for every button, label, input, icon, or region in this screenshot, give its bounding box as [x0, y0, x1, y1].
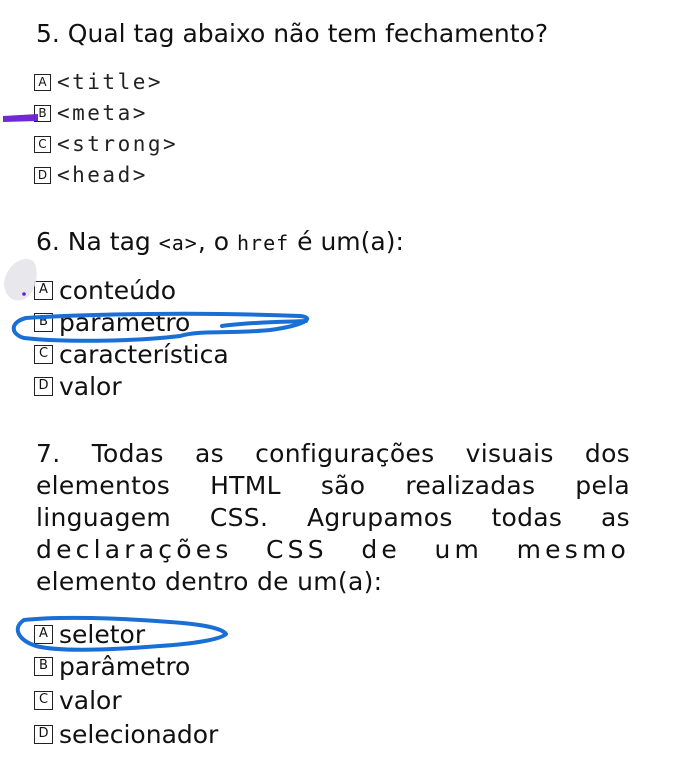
question-7-line: declarações CSS de um mesmo	[36, 535, 630, 564]
option-letter-box: A	[34, 281, 53, 300]
question-6-code-href: href	[237, 231, 290, 255]
option-text: <strong>	[57, 132, 179, 156]
option-text: característica	[59, 340, 229, 369]
question-6: 6. Na tag <a>, o href é um(a):	[36, 226, 404, 259]
blue-underline-parametro	[220, 319, 308, 328]
purple-dot	[22, 292, 26, 296]
question-6-middle: , o	[197, 227, 230, 256]
purple-highlight-mark	[3, 114, 38, 122]
option-letter-box: B	[34, 657, 53, 676]
pencil-smudge	[4, 258, 37, 301]
option-letter-box: D	[34, 166, 51, 184]
q6-option-c: C característica	[34, 340, 229, 369]
question-7: 7. Todas as configurações visuais dos el…	[36, 438, 630, 598]
option-text: conteúdo	[59, 276, 177, 305]
question-7-line: elemento dentro de um(a):	[36, 567, 383, 596]
question-7-line: linguagem CSS. Agrupamos todas as	[36, 503, 630, 532]
option-letter-box: D	[34, 725, 53, 744]
question-6-prefix: 6. Na tag	[36, 227, 151, 256]
option-text: valor	[59, 372, 122, 401]
option-text: <title>	[57, 70, 164, 94]
option-letter-box: D	[34, 377, 53, 396]
q6-option-d: D valor	[34, 372, 122, 401]
q5-option-d: D <head>	[34, 163, 148, 187]
q5-option-a: A <title>	[34, 70, 163, 94]
option-text: parametro	[59, 308, 191, 337]
option-text: valor	[59, 686, 122, 715]
option-text: parâmetro	[59, 652, 191, 681]
q7-option-c: C valor	[34, 686, 122, 715]
q7-option-a: A seletor	[34, 620, 145, 649]
question-6-code-a: <a>	[158, 231, 198, 255]
question-5: 5. Qual tag abaixo não tem fechamento?	[36, 19, 549, 48]
question-6-suffix: é um(a):	[297, 227, 404, 256]
q7-option-b: B parâmetro	[34, 652, 190, 681]
q7-option-d: D selecionador	[34, 720, 218, 749]
q6-option-b: B parametro	[34, 308, 190, 337]
option-letter-box: B	[34, 313, 53, 332]
option-letter-box: C	[34, 135, 51, 153]
q6-option-a: A conteúdo	[34, 276, 176, 305]
option-letter-box: C	[34, 691, 53, 710]
q5-option-c: C <strong>	[34, 132, 178, 156]
question-7-line: elementos HTML são realizadas pela	[36, 471, 630, 500]
question-7-line: 7. Todas as configurações visuais dos	[36, 439, 630, 468]
option-text: selecionador	[59, 720, 219, 749]
option-letter-box: A	[34, 73, 51, 91]
option-text: <meta>	[57, 101, 148, 125]
option-text: <head>	[57, 163, 148, 187]
q5-option-b: B <meta>	[34, 101, 148, 125]
option-letter-box: C	[34, 345, 53, 364]
option-letter-box: B	[34, 104, 51, 122]
option-text: seletor	[59, 620, 146, 649]
option-letter-box: A	[34, 625, 53, 644]
